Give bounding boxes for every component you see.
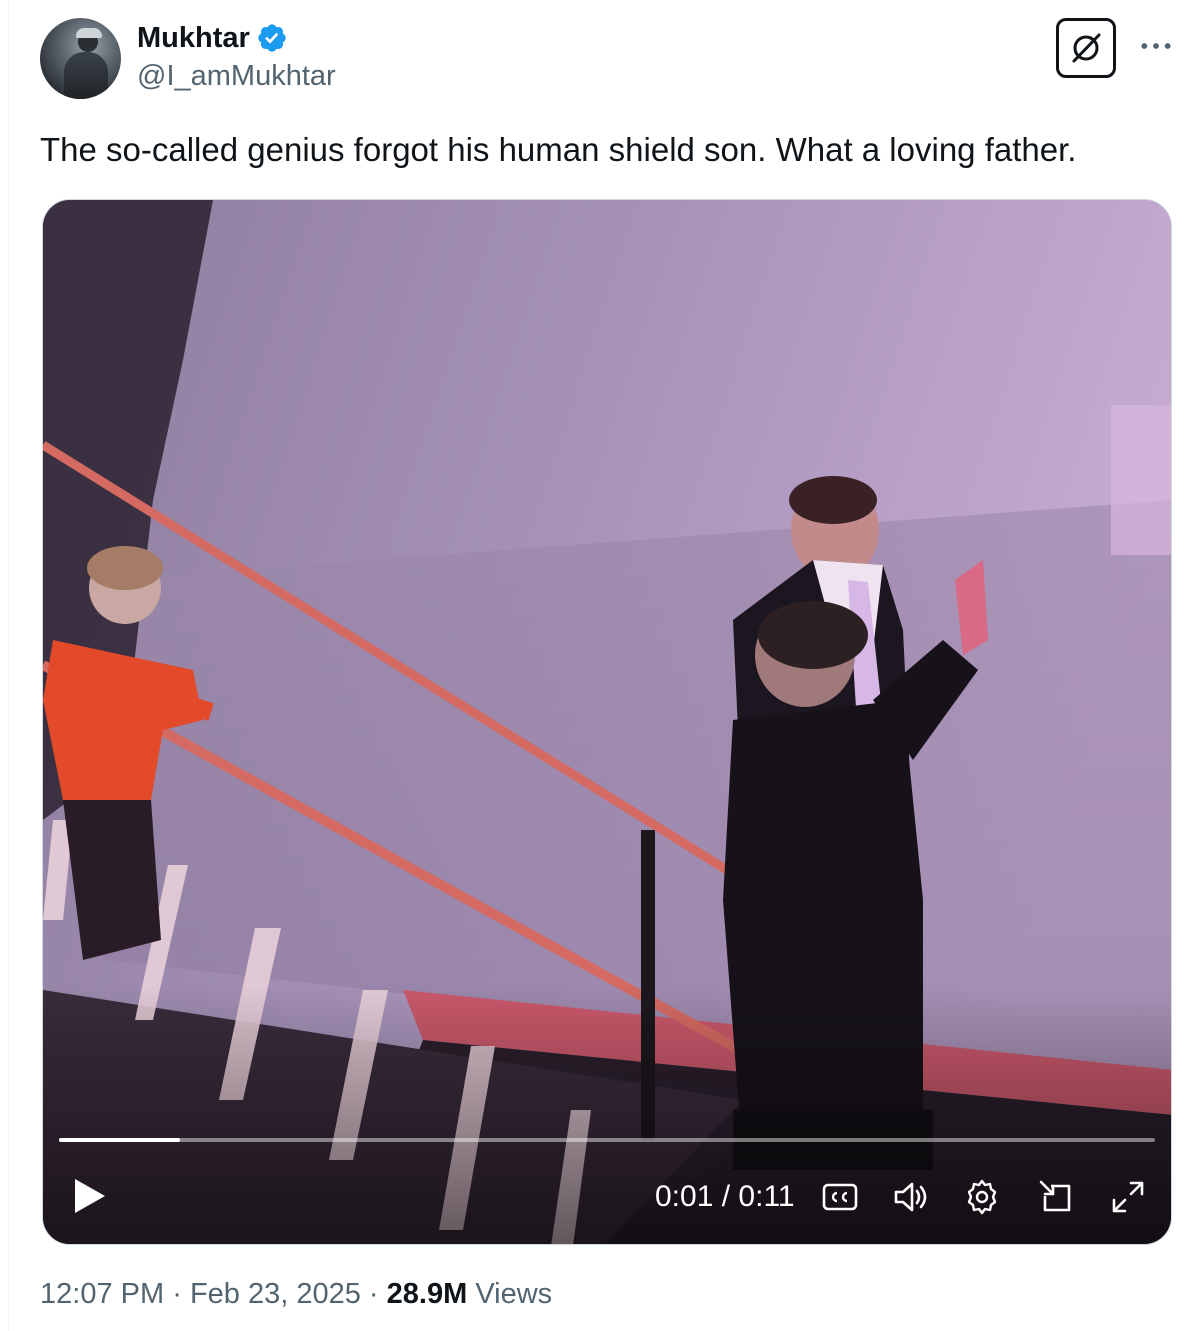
grok-button[interactable] <box>1056 18 1116 78</box>
author-handle[interactable]: @I_amMukhtar <box>137 60 336 93</box>
progress-bar[interactable] <box>59 1138 1155 1142</box>
video-player[interactable]: 0:01 / 0:11 <box>42 199 1172 1245</box>
meta-separator: · <box>172 1278 182 1310</box>
verified-badge-icon <box>256 22 288 54</box>
timeline-border <box>8 0 9 1331</box>
volume-icon <box>894 1182 927 1212</box>
settings-button[interactable] <box>963 1178 1001 1216</box>
fullscreen-icon <box>1112 1181 1144 1213</box>
fullscreen-button[interactable] <box>1109 1178 1147 1216</box>
avatar[interactable] <box>40 18 121 99</box>
popout-icon <box>1039 1180 1071 1212</box>
views-label: Views <box>475 1278 553 1310</box>
tweet-date[interactable]: Feb 23, 2025 <box>190 1278 361 1310</box>
volume-button[interactable] <box>891 1178 929 1216</box>
video-controls: 0:01 / 0:11 <box>43 1160 1171 1240</box>
play-icon <box>75 1179 105 1213</box>
video-frame <box>43 200 1171 1244</box>
play-button[interactable] <box>69 1176 109 1216</box>
tweet-text: The so-called genius forgot his human sh… <box>40 131 1077 168</box>
time-display: 0:01 / 0:11 <box>655 1180 795 1214</box>
progress-bar-fill <box>59 1138 180 1142</box>
author-name-row[interactable]: Mukhtar <box>137 20 288 56</box>
popout-button[interactable] <box>1037 1178 1075 1216</box>
views-count[interactable]: 28.9M <box>387 1278 468 1310</box>
tweet-time[interactable]: 12:07 PM <box>40 1278 164 1310</box>
duration: 0:11 <box>738 1180 795 1213</box>
settings-icon <box>967 1179 997 1215</box>
author-display-name[interactable]: Mukhtar <box>137 22 250 55</box>
current-time: 0:01 <box>655 1180 714 1213</box>
meta-separator: · <box>368 1278 379 1310</box>
captions-icon <box>822 1183 858 1211</box>
grok-icon <box>1072 33 1101 63</box>
more-button[interactable] <box>1136 26 1176 66</box>
time-separator: / <box>721 1180 731 1213</box>
captions-button[interactable] <box>821 1178 859 1216</box>
more-icon <box>1141 43 1171 49</box>
tweet-meta: 12:07 PM · Feb 23, 2025 · 28.9M Views <box>40 1278 552 1311</box>
